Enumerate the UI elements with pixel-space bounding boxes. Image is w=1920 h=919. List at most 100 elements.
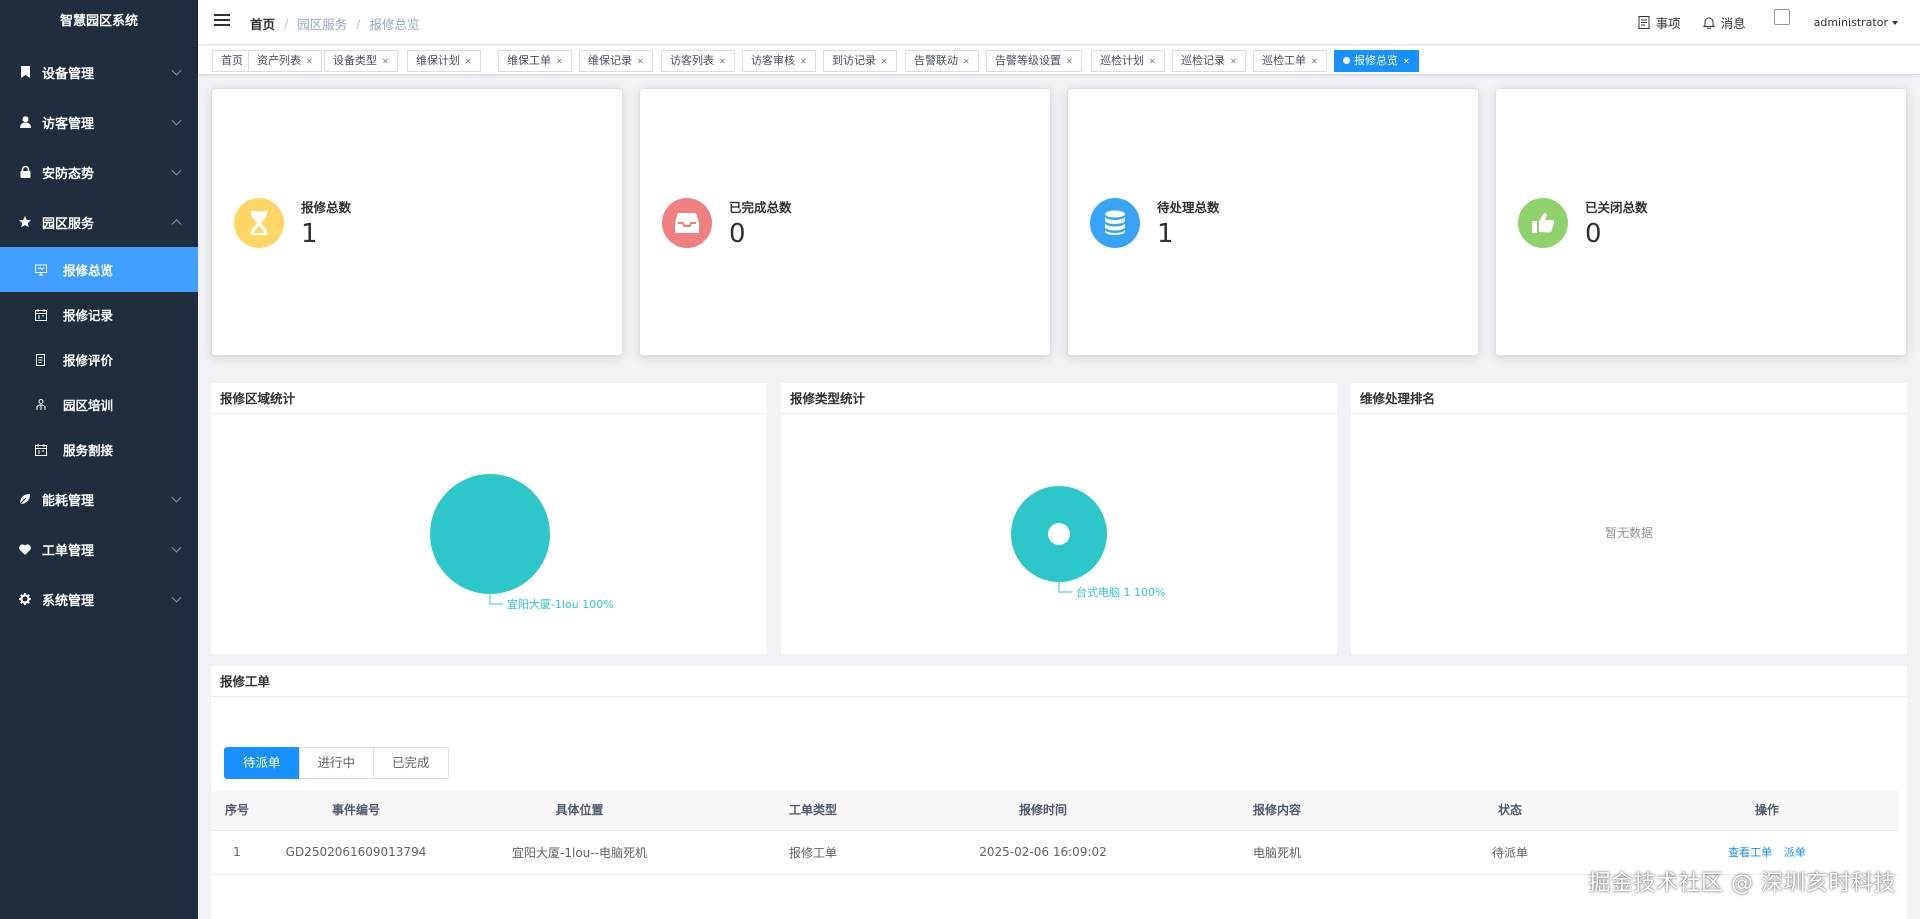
lock-icon [18, 165, 32, 179]
panel-repair-area: 报修区域统计 宜阳大厦-1lou 100% [211, 383, 767, 654]
menu-system[interactable]: 系统管理 [0, 574, 198, 624]
close-icon[interactable]: ✕ [1311, 52, 1318, 72]
close-icon[interactable]: ✕ [1230, 52, 1237, 72]
tag-device-type[interactable]: 设备类型 ✕ [324, 50, 398, 72]
tag-alarm-linkage[interactable]: 告警联动 ✕ [905, 50, 979, 72]
tab-completed[interactable]: 已完成 [373, 747, 449, 779]
sidebar-item-repair-overview[interactable]: 报修总览 [0, 247, 198, 292]
close-icon[interactable]: ✕ [465, 52, 472, 72]
column-header: 操作 [1636, 790, 1898, 831]
tag-label: 巡检工单 [1262, 54, 1306, 67]
heart-icon [18, 542, 32, 556]
sidebar-item-label: 园区培训 [63, 398, 114, 413]
menu-label: 安防态势 [42, 166, 95, 182]
sidebar-item-park-training[interactable]: 园区培训 [0, 382, 198, 427]
close-icon[interactable]: ✕ [1066, 52, 1073, 72]
panel-title: 维修处理排名 [1351, 383, 1907, 414]
stat-label: 待处理总数 [1157, 200, 1220, 215]
stat-value: 1 [1157, 219, 1174, 249]
breadcrumb-current: 报修总览 [369, 17, 420, 32]
donut-label-line [1058, 582, 1072, 593]
message-button[interactable]: 消息 [1702, 13, 1746, 32]
stat-value: 0 [729, 219, 746, 249]
breadcrumb-separator: / [284, 16, 289, 31]
menu-toggle-icon[interactable] [214, 14, 230, 28]
stat-value: 0 [1585, 219, 1602, 249]
avatar[interactable] [1773, 8, 1790, 25]
tag-asset-list[interactable]: 资产列表 ✕ [248, 50, 322, 72]
close-icon[interactable]: ✕ [800, 52, 807, 72]
work-order-table: 序号 事件编号 具体位置 工单类型 报修时间 报修内容 状态 操作 1 GD25… [211, 790, 1898, 875]
app-logo-title: 智慧园区系统 [59, 14, 138, 29]
close-icon[interactable]: ✕ [306, 52, 313, 72]
column-header: 工单类型 [710, 790, 916, 831]
chevron-down-icon [171, 165, 182, 176]
menu-workorder[interactable]: 工单管理 [0, 524, 198, 574]
menu-security[interactable]: 安防态势 [0, 147, 198, 197]
close-icon[interactable]: ✕ [1149, 52, 1156, 72]
pie-slice[interactable] [430, 474, 550, 594]
close-icon[interactable]: ✕ [382, 52, 389, 72]
close-icon[interactable]: ✕ [963, 52, 970, 72]
sidebar-item-service-cutover[interactable]: 服务割接 [0, 427, 198, 472]
thumbs-up-icon [1518, 198, 1568, 248]
bookmark-icon [18, 65, 32, 79]
leaf-icon [18, 492, 32, 506]
menu-device[interactable]: 设备管理 [0, 47, 198, 97]
calendar-icon [35, 308, 47, 321]
tag-label: 巡检计划 [1100, 54, 1144, 67]
tag-maintenance-order[interactable]: 维保工单 ✕ [498, 50, 572, 72]
active-dot-icon [1343, 57, 1350, 64]
tag-maintenance-plan[interactable]: 维保计划 ✕ [407, 50, 481, 72]
dispatch-link[interactable]: 派单 [1784, 846, 1806, 859]
tag-label: 到访记录 [832, 54, 876, 67]
menu-visitor[interactable]: 访客管理 [0, 97, 198, 147]
donut-label: 台式电脑 1 100% [1076, 585, 1165, 599]
cell-location: 宜阳大厦-1lou--电脑死机 [449, 830, 710, 875]
star-icon [18, 215, 32, 229]
tab-in-progress[interactable]: 进行中 [298, 747, 375, 779]
chevron-down-icon [171, 492, 182, 503]
todo-button[interactable]: 事项 [1638, 13, 1681, 32]
close-icon[interactable]: ✕ [637, 52, 644, 72]
tag-visit-record[interactable]: 到访记录 ✕ [823, 50, 897, 72]
stat-card-completed: 已完成总数 0 [639, 88, 1051, 356]
tab-pending-dispatch[interactable]: 待派单 [224, 747, 300, 779]
stat-label: 已完成总数 [729, 200, 792, 215]
sidebar-item-repair-records[interactable]: 报修记录 [0, 292, 198, 337]
tag-label: 报修总览 [1354, 54, 1398, 67]
breadcrumb-home[interactable]: 首页 [250, 14, 275, 33]
panel-repair-type: 报修类型统计 台式电脑 1 100% [781, 383, 1337, 654]
close-icon[interactable]: ✕ [1403, 52, 1410, 72]
document-icon [1638, 16, 1650, 29]
chevron-up-icon [171, 219, 182, 230]
close-icon[interactable]: ✕ [719, 52, 726, 72]
bell-icon [1702, 17, 1715, 29]
stat-label: 报修总数 [301, 200, 352, 215]
tag-label: 资产列表 [257, 54, 301, 67]
cell-time: 2025-02-06 16:09:02 [916, 830, 1170, 875]
tag-alarm-level[interactable]: 告警等级设置 ✕ [986, 50, 1082, 72]
tag-repair-overview[interactable]: 报修总览 ✕ [1334, 50, 1419, 72]
message-label: 消息 [1720, 16, 1746, 31]
tag-inspection-plan[interactable]: 巡检计划 ✕ [1091, 50, 1165, 72]
user-dropdown[interactable]: administrator [1814, 16, 1898, 29]
tag-maintenance-record[interactable]: 维保记录 ✕ [579, 50, 653, 72]
chevron-down-icon [171, 542, 182, 553]
tag-inspection-record[interactable]: 巡检记录 ✕ [1172, 50, 1246, 72]
tag-visitor-list[interactable]: 访客列表 ✕ [661, 50, 735, 72]
stat-card-total: 报修总数 1 [211, 88, 623, 356]
list-icon [35, 353, 47, 366]
menu-energy[interactable]: 能耗管理 [0, 474, 198, 524]
tag-visitor-review[interactable]: 访客审核 ✕ [742, 50, 816, 72]
close-icon[interactable]: ✕ [881, 52, 888, 72]
top-header: 首页 / 园区服务 / 报修总览 事项 消息 administrator [198, 0, 1920, 45]
tag-home[interactable]: 首页 [212, 50, 252, 72]
close-icon[interactable]: ✕ [556, 52, 563, 72]
view-order-link[interactable]: 查看工单 [1728, 846, 1772, 859]
menu-label: 设备管理 [42, 66, 95, 82]
tag-inspection-order[interactable]: 巡检工单 ✕ [1253, 50, 1327, 72]
menu-park-service[interactable]: 园区服务 [0, 197, 198, 247]
sidebar-item-repair-evaluation[interactable]: 报修评价 [0, 337, 198, 382]
tag-label: 维保计划 [416, 54, 460, 67]
